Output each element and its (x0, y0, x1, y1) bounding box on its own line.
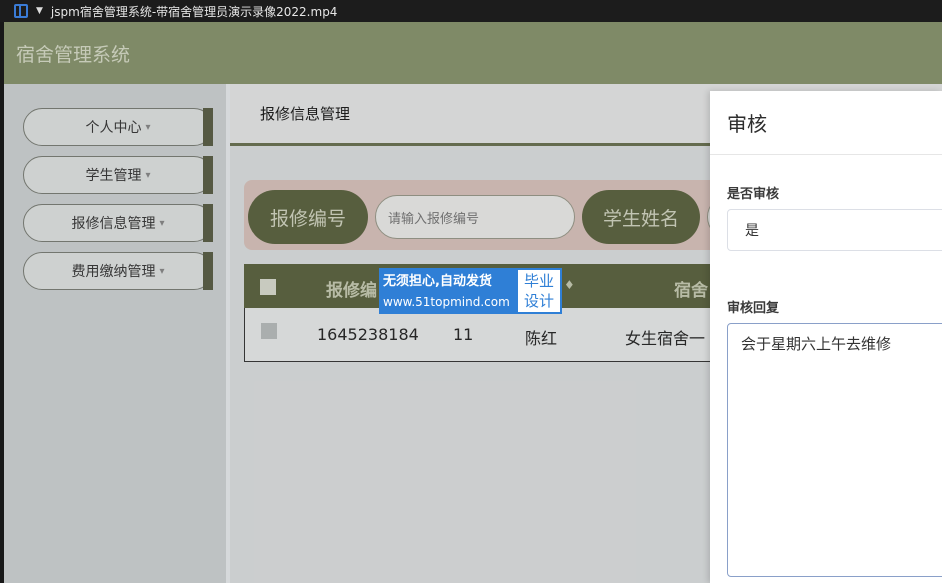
reply-textarea[interactable]: 会于星期六上午去维修 (727, 323, 942, 577)
approve-select[interactable]: 是 (727, 209, 942, 251)
video-title: jspm宿舍管理系统-带宿舍管理员演示录像2022.mp4 (50, 4, 338, 19)
player-titlebar: ▼ jspm宿舍管理系统-带宿舍管理员演示录像2022.mp4 (0, 0, 942, 22)
approve-label: 是否审核 (727, 187, 780, 202)
reply-label: 审核回复 (727, 301, 780, 316)
video-file-icon (14, 4, 28, 18)
watermark-url: www.51topmind.com (383, 295, 510, 309)
chevron-down-icon[interactable]: ▼ (36, 6, 43, 16)
watermark-tag-line2: 设计 (523, 292, 554, 310)
watermark-tag-line1: 毕业 (523, 272, 554, 290)
watermark-tag: 毕业 设计 (518, 270, 560, 312)
watermark-line1: 无须担心,自动发货 (383, 274, 492, 289)
review-drawer: 审核 是否审核 是 审核回复 会于星期六上午去维修 (710, 91, 942, 583)
watermark-badge: 无须担心,自动发货 www.51topmind.com 毕业 设计 (379, 268, 562, 314)
watermark-text: 无须担心,自动发货 www.51topmind.com (379, 268, 516, 314)
drawer-title: 审核 (710, 91, 942, 155)
